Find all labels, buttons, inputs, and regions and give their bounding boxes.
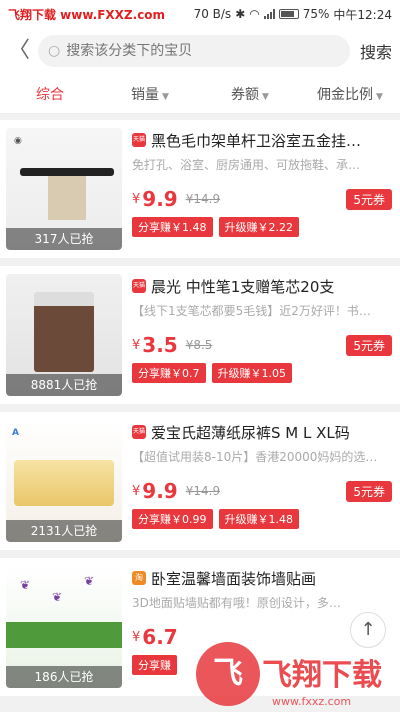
coupon-price: 6.7: [142, 625, 178, 649]
product-info: 天猫 晨光 中性笔1支赠笔芯20支 【线下1支笔芯都要5毛钱】近2万好评！书… …: [122, 274, 392, 396]
coupon-badge[interactable]: 5元券: [346, 188, 392, 210]
back-to-top-icon[interactable]: ↑: [350, 612, 386, 648]
product-info: 天猫 黑色毛巾架单杆卫浴室五金挂… 免打孔、浴室、厨房通用、可放拖鞋、承… ¥ …: [122, 128, 392, 250]
search-icon: ○: [48, 43, 61, 59]
status-indicators: 70 B/s ✱ ◠ 75% 中午12:24: [194, 6, 392, 23]
original-price: ¥14.9: [185, 192, 221, 206]
caret-down-icon: ▼: [376, 91, 383, 102]
taobao-icon: 淘: [132, 571, 146, 585]
share-earn-badge[interactable]: 分享赚￥0.7: [132, 363, 206, 383]
tmall-icon: 天猫: [132, 279, 146, 293]
product-image[interactable]: ❦ ❦ ❦ 186人已抢: [6, 566, 122, 688]
coupon-price: 9.9: [142, 187, 178, 211]
butterfly-icon: ❦: [84, 574, 95, 588]
sort-bar: 综合 销量 ▼ 券额 ▼ 佣金比例 ▼: [0, 74, 400, 114]
upgrade-earn-badge[interactable]: 升级赚￥1.05: [211, 363, 292, 383]
sort-tab-coupon[interactable]: 券额 ▼: [200, 84, 300, 104]
caret-down-icon: ▼: [262, 91, 269, 102]
upgrade-earn-badge[interactable]: 升级赚￥2.22: [218, 217, 299, 237]
product-card[interactable]: ◉ 317人已抢 天猫 黑色毛巾架单杆卫浴室五金挂… 免打孔、浴室、厨房通用、可…: [0, 120, 400, 258]
watermark-url: www.fxxz.com: [272, 695, 352, 708]
share-earn-badge[interactable]: 分享赚￥1.48: [132, 217, 213, 237]
wifi-icon: ◠: [249, 7, 260, 21]
watermark-text: 飞翔下载: [262, 658, 382, 693]
currency-symbol: ¥: [132, 483, 141, 499]
share-earn-badge[interactable]: 分享赚: [132, 655, 177, 675]
original-price: ¥14.9: [185, 484, 221, 498]
product-image[interactable]: 8881人已抢: [6, 274, 122, 396]
product-card[interactable]: 8881人已抢 天猫 晨光 中性笔1支赠笔芯20支 【线下1支笔芯都要5毛钱】近…: [0, 266, 400, 404]
search-input[interactable]: [66, 43, 340, 59]
coupon-badge[interactable]: 5元券: [346, 480, 392, 502]
signal-icon: [263, 9, 275, 19]
product-title[interactable]: 爱宝氏超薄纸尿裤S M L XL码: [151, 422, 350, 443]
status-bar: 飞翔下载 www.FXXZ.com 70 B/s ✱ ◠ 75% 中午12:24: [0, 0, 400, 28]
sort-tab-comprehensive[interactable]: 综合: [0, 84, 100, 104]
sold-count: 186人已抢: [6, 666, 122, 688]
coupon-price: 3.5: [142, 333, 178, 357]
product-title[interactable]: 卧室温馨墙面装饰墙贴画: [151, 568, 316, 589]
product-info: 天猫 爱宝氏超薄纸尿裤S M L XL码 【超值试用装8-10片】香港20000…: [122, 420, 392, 542]
butterfly-icon: ❦: [20, 578, 31, 592]
currency-symbol: ¥: [132, 629, 141, 645]
product-image[interactable]: ◉ 317人已抢: [6, 128, 122, 250]
sold-count: 2131人已抢: [6, 520, 122, 542]
watermark-logo: 飞: [196, 642, 260, 706]
share-earn-badge[interactable]: 分享赚￥0.99: [132, 509, 213, 529]
tmall-icon: 天猫: [132, 425, 146, 439]
brand-logo: A: [12, 428, 19, 438]
product-description: 【超值试用装8-10片】香港20000妈妈的选…: [132, 450, 378, 464]
product-description: 【线下1支笔芯都要5毛钱】近2万好评！书…: [132, 304, 371, 318]
coupon-price: 9.9: [142, 479, 178, 503]
network-speed: 70 B/s: [193, 7, 232, 21]
bluetooth-icon: ✱: [235, 7, 246, 21]
watermark-top-text: 飞翔下载 www.FXXZ.com: [8, 7, 166, 22]
clock: 中午12:24: [333, 7, 392, 22]
sold-count: 8881人已抢: [6, 374, 122, 396]
currency-symbol: ¥: [132, 337, 141, 353]
butterfly-icon: ❦: [52, 590, 63, 604]
product-title[interactable]: 晨光 中性笔1支赠笔芯20支: [151, 276, 334, 297]
battery-percent: 75%: [302, 7, 330, 21]
caret-down-icon: ▼: [162, 91, 169, 102]
sort-tab-sales[interactable]: 销量 ▼: [100, 84, 200, 104]
product-title[interactable]: 黑色毛巾架单杆卫浴室五金挂…: [151, 130, 361, 151]
product-description: 免打孔、浴室、厨房通用、可放拖鞋、承…: [132, 158, 361, 172]
sort-tab-commission[interactable]: 佣金比例 ▼: [300, 84, 400, 104]
product-list: ◉ 317人已抢 天猫 黑色毛巾架单杆卫浴室五金挂… 免打孔、浴室、厨房通用、可…: [0, 120, 400, 696]
product-card[interactable]: A 2131人已抢 天猫 爱宝氏超薄纸尿裤S M L XL码 【超值试用装8-1…: [0, 412, 400, 550]
coupon-badge[interactable]: 5元券: [346, 334, 392, 356]
battery-icon: [278, 9, 299, 19]
tmall-icon: 天猫: [132, 133, 146, 147]
sold-count: 317人已抢: [6, 228, 122, 250]
original-price: ¥8.5: [185, 338, 213, 352]
search-box[interactable]: ○: [38, 35, 350, 67]
search-button[interactable]: 搜索: [360, 39, 392, 63]
back-icon[interactable]: 〈: [8, 40, 38, 62]
upgrade-earn-badge[interactable]: 升级赚￥1.48: [218, 509, 299, 529]
search-header: 〈 ○ 搜索: [0, 28, 400, 74]
product-description: 3D地面贴墙贴都有哦！原创设计，多…: [132, 596, 341, 610]
currency-symbol: ¥: [132, 191, 141, 207]
product-image[interactable]: A 2131人已抢: [6, 420, 122, 542]
brand-logo: ◉: [14, 136, 22, 146]
